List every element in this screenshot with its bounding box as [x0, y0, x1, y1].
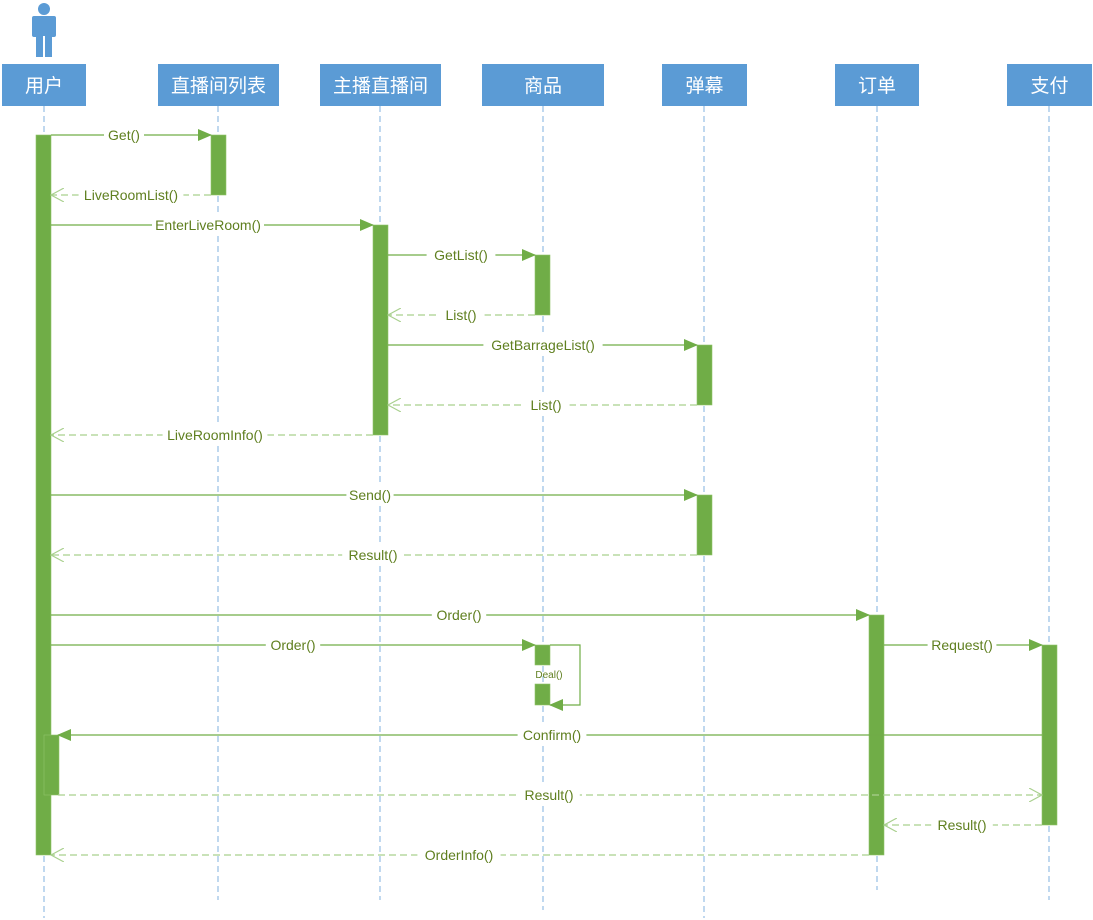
- participant-barrage[interactable]: 弹幕: [662, 64, 747, 106]
- activation-bar-goods: [534, 644, 551, 666]
- message-label: LiveRoomList(): [84, 187, 178, 203]
- message-label: Send(): [349, 487, 391, 503]
- message-label: Order(): [436, 607, 481, 623]
- message-label: Deal(): [535, 670, 562, 681]
- activation-bar-user: [43, 734, 60, 796]
- activation-bar-barrage: [696, 494, 713, 556]
- participant-label: 商品: [524, 75, 562, 97]
- message-call[interactable]: Get(): [51, 126, 212, 144]
- message-call[interactable]: Send(): [51, 486, 698, 504]
- message-label: List(): [530, 397, 561, 413]
- message-return[interactable]: LiveRoomInfo(): [51, 426, 373, 444]
- message-label: LiveRoomInfo(): [167, 427, 263, 443]
- message-label: Get(): [108, 127, 140, 143]
- participant-order[interactable]: 订单: [835, 64, 919, 106]
- message-call[interactable]: Confirm(): [57, 726, 1042, 744]
- participant-label: 直播间列表: [171, 75, 266, 97]
- message-label: Order(): [270, 637, 315, 653]
- message-label: List(): [445, 307, 476, 323]
- message-label: OrderInfo(): [425, 847, 493, 863]
- message-return[interactable]: OrderInfo(): [51, 846, 869, 864]
- activation-bar-room: [372, 224, 389, 436]
- message-call[interactable]: Request(): [884, 636, 1043, 654]
- participant-room[interactable]: 主播直播间: [320, 64, 441, 106]
- participant-user[interactable]: 用户: [2, 64, 86, 106]
- message-label: Confirm(): [523, 727, 581, 743]
- sequence-diagram: 用户 直播间列表 主播直播间 商品 弹幕 订单 支付 Get() LiveRoomList()…: [2, 3, 1092, 918]
- message-return[interactable]: Result(): [51, 546, 697, 564]
- message-return[interactable]: LiveRoomList(): [51, 186, 211, 204]
- activation-bar-goods: [534, 683, 551, 706]
- message-label: Result(): [524, 787, 573, 803]
- participant-label: 支付: [1030, 75, 1068, 97]
- activation-bar-pay: [1041, 644, 1058, 826]
- message-return[interactable]: List(): [388, 306, 535, 324]
- participant-label: 弹幕: [685, 75, 723, 97]
- participant-roomlist[interactable]: 直播间列表: [158, 64, 279, 106]
- message-label: Result(): [937, 817, 986, 833]
- person-icon: [32, 3, 56, 57]
- message-return[interactable]: Result(): [884, 816, 1042, 834]
- message-call[interactable]: EnterLiveRoom(): [51, 216, 374, 234]
- message-label: EnterLiveRoom(): [155, 217, 261, 233]
- activation-bar-barrage: [696, 344, 713, 406]
- message-return[interactable]: List(): [388, 396, 697, 414]
- message-return[interactable]: Result(): [58, 786, 1042, 804]
- message-label: GetBarrageList(): [491, 337, 594, 353]
- activation-bar-goods: [534, 254, 551, 316]
- message-call[interactable]: Order(): [51, 606, 870, 624]
- message-label: Request(): [931, 637, 992, 653]
- message-label: GetList(): [434, 247, 488, 263]
- participant-goods[interactable]: 商品: [482, 64, 604, 106]
- message-label: Result(): [348, 547, 397, 563]
- message-call[interactable]: GetBarrageList(): [388, 336, 698, 354]
- message-call[interactable]: Order(): [51, 636, 536, 654]
- activation-bar-roomlist: [210, 134, 227, 196]
- participant-label: 订单: [858, 75, 896, 97]
- participant-label: 主播直播间: [333, 75, 428, 97]
- message-call[interactable]: GetList(): [388, 246, 536, 264]
- participant-pay[interactable]: 支付: [1007, 64, 1092, 106]
- participant-label: 用户: [25, 75, 63, 97]
